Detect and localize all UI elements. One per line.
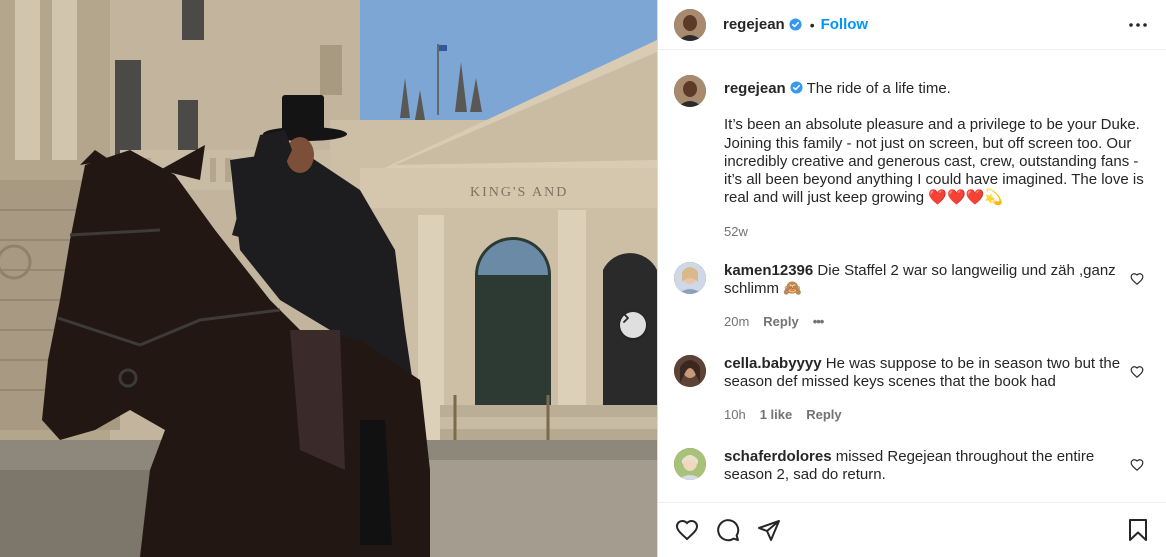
author-avatar-image	[674, 8, 706, 41]
comment-avatar[interactable]	[674, 262, 706, 294]
reply-button[interactable]: Reply	[763, 313, 798, 331]
share-button[interactable]	[756, 517, 782, 543]
chevron-right-icon	[623, 313, 629, 323]
comment-avatar-image	[674, 355, 706, 387]
post-photo-illustration: KING'S AND	[0, 0, 657, 557]
caption-text: It’s been an absolute pleasure and a pri…	[724, 116, 1144, 207]
comment-button[interactable]	[715, 517, 741, 543]
follow-button[interactable]: Follow	[821, 16, 869, 33]
bookmark-icon	[1129, 519, 1147, 541]
author-avatar[interactable]	[674, 8, 706, 41]
comment-like-heart-icon[interactable]	[1130, 365, 1144, 379]
post-caption: regejean The ride of a life time. It’s b…	[674, 75, 1154, 241]
verified-badge-icon	[790, 81, 803, 94]
header-separator: •	[809, 16, 815, 33]
comment-username[interactable]: kamen12396	[724, 262, 813, 279]
comment-item: cella.babyyyy He was suppose to be in se…	[674, 355, 1154, 424]
comment-like-heart-icon[interactable]	[1130, 272, 1144, 286]
reply-button[interactable]: Reply	[806, 406, 841, 424]
more-options-button[interactable]	[1126, 13, 1150, 37]
comment-icon	[717, 519, 740, 542]
caption-avatar-image	[674, 75, 706, 107]
post-image[interactable]: KING'S AND	[0, 0, 657, 557]
comment-time[interactable]: 10h	[724, 406, 746, 424]
caption-first-line: The ride of a life time.	[806, 80, 951, 97]
caption-author-avatar[interactable]	[674, 75, 706, 107]
comment-like-heart-icon[interactable]	[1130, 458, 1144, 472]
comment-avatar[interactable]	[674, 448, 706, 480]
comment-more-button[interactable]: •••	[813, 313, 825, 331]
comment-item: kamen12396 Die Staffel 2 war so langweil…	[674, 262, 1154, 331]
verified-badge-icon	[789, 18, 802, 31]
comment-avatar-image	[674, 262, 706, 294]
comment-username[interactable]: cella.babyyyy	[724, 355, 822, 372]
carousel-next-button[interactable]	[620, 312, 646, 338]
caption-username[interactable]: regejean	[724, 80, 786, 97]
comment-avatar[interactable]	[674, 355, 706, 387]
heart-icon	[675, 519, 699, 541]
like-button[interactable]	[674, 517, 700, 543]
save-button[interactable]	[1125, 517, 1151, 543]
comment-time[interactable]: 20m	[724, 313, 749, 331]
comment-item: schaferdolores missed Regejean throughou…	[674, 448, 1154, 485]
comment-username[interactable]: schaferdolores	[724, 448, 832, 465]
building-inscription: KING'S AND	[470, 185, 568, 200]
post-action-bar	[658, 502, 1166, 557]
comment-avatar-image	[674, 448, 706, 480]
post-header: regejean • Follow	[658, 0, 1166, 50]
comment-likes-count[interactable]: 1 like	[760, 406, 793, 424]
author-username[interactable]: regejean	[723, 16, 785, 33]
more-horizontal-icon	[1129, 22, 1147, 27]
post-detail-panel: regejean • Follow regejean The ride of a…	[657, 0, 1166, 557]
share-icon	[758, 520, 780, 541]
post-timestamp[interactable]: 52w	[724, 223, 1154, 241]
